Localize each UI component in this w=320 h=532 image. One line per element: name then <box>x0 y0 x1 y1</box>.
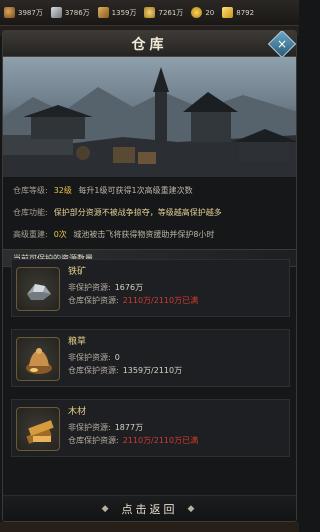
return-button[interactable]: ◆ 点击返回 ◆ <box>92 501 208 517</box>
iron-ore-icon <box>16 267 60 311</box>
gold-ingot-icon <box>222 7 234 18</box>
wood-card: 木材 非保护资源: 1877万 仓库保护资源: 2110万/2110万已满 <box>11 399 290 457</box>
level-description: 每升1级可获得1次高级重建次数 <box>78 186 193 195</box>
resource-bar: 3987万 3786万 1359万 7261万 20 8792 <box>0 0 299 26</box>
return-bar: ◆ 点击返回 ◆ <box>3 495 296 521</box>
coin-resource[interactable]: 7261万 <box>144 7 183 18</box>
food-card: 粮草 非保护资源: 0 仓库保护资源: 1359万/2110万 <box>11 329 290 387</box>
level-value: 32级 <box>53 186 72 195</box>
function-description: 保护部分资源不被战争掠夺，等级越高保护越多 <box>53 208 222 217</box>
food-icon <box>4 7 15 18</box>
card-name: 铁矿 <box>68 267 87 277</box>
gold-resource[interactable]: 8792 <box>222 7 254 18</box>
unprotected-label: 非保护资源: <box>68 353 111 362</box>
protected-label: 仓库保护资源: <box>68 436 119 445</box>
unprotected-value: 1877万 <box>114 423 144 432</box>
wood-resource[interactable]: 1359万 <box>97 7 137 18</box>
right-arrow-icon: ◆ <box>187 503 198 514</box>
rebuild-value: 0次 <box>53 230 67 239</box>
unprotected-label: 非保护资源: <box>68 423 111 432</box>
warehouse-level-row: 仓库等级: 32级 每升1级可获得1次高级重建次数 <box>13 185 193 196</box>
lumber-icon <box>16 407 60 451</box>
grain-sack-icon <box>16 337 60 381</box>
unprotected-label: 非保护资源: <box>68 283 111 292</box>
protected-value: 1359万/2110万 <box>122 366 183 375</box>
level-label: 仓库等级: <box>13 186 48 195</box>
protected-label: 仓库保护资源: <box>68 366 119 375</box>
protected-row: 仓库保护资源: 2110万/2110万已满 <box>68 295 198 306</box>
iron-icon <box>50 7 62 18</box>
protected-row: 仓库保护资源: 2110万/2110万已满 <box>68 435 198 446</box>
unprotected-value: 0 <box>114 353 120 362</box>
plus-amount: 20 <box>205 8 215 17</box>
plus-resource[interactable]: 20 <box>191 7 214 18</box>
rebuild-description: 城池被击飞将获得物资援助并保护8小时 <box>73 230 215 239</box>
gold-amount: 8792 <box>236 8 255 17</box>
unprotected-row: 非保护资源: 0 <box>68 352 120 363</box>
wood-icon <box>97 7 109 18</box>
warehouse-dialog: 仓库 × 仓库等级: 32级 每升1级可获得1次高级重建次数 仓库功能: 保护部… <box>2 30 297 522</box>
unprotected-row: 非保护资源: 1877万 <box>68 422 143 433</box>
protected-label: 仓库保护资源: <box>68 296 119 305</box>
iron-card: 铁矿 非保护资源: 1676万 仓库保护资源: 2110万/2110万已满 <box>11 259 290 317</box>
close-button[interactable]: × <box>267 31 296 59</box>
coin-icon <box>144 7 156 18</box>
return-label: 点击返回 <box>121 502 178 516</box>
food-amount: 3987万 <box>18 8 43 17</box>
left-arrow-icon: ◆ <box>101 503 112 514</box>
dialog-title: 仓库 <box>131 36 168 53</box>
food-resource[interactable]: 3987万 <box>4 7 43 18</box>
protected-row: 仓库保护资源: 1359万/2110万 <box>68 365 182 376</box>
warehouse-banner-image <box>3 57 296 177</box>
title-bar: 仓库 × <box>3 31 296 59</box>
warehouse-function-row: 仓库功能: 保护部分资源不被战争掠夺，等级越高保护越多 <box>13 207 222 218</box>
unprotected-value: 1676万 <box>114 283 144 292</box>
iron-resource[interactable]: 3786万 <box>50 7 90 18</box>
background-bottom-strip <box>0 522 299 532</box>
unprotected-row: 非保护资源: 1676万 <box>68 282 143 293</box>
plus-coin-icon <box>191 7 203 18</box>
function-label: 仓库功能: <box>13 208 48 217</box>
coin-amount: 7261万 <box>158 8 184 17</box>
iron-amount: 3786万 <box>64 8 90 17</box>
protected-value: 2110万/2110万已满 <box>122 296 199 305</box>
rebuild-row: 高级重建: 0次 城池被击飞将获得物资援助并保护8小时 <box>13 229 214 240</box>
card-name: 木材 <box>68 407 87 417</box>
rebuild-label: 高级重建: <box>13 230 48 239</box>
wood-amount: 1359万 <box>111 8 137 17</box>
close-icon: × <box>276 37 288 51</box>
card-name: 粮草 <box>68 337 87 347</box>
protected-value: 2110万/2110万已满 <box>122 436 199 445</box>
